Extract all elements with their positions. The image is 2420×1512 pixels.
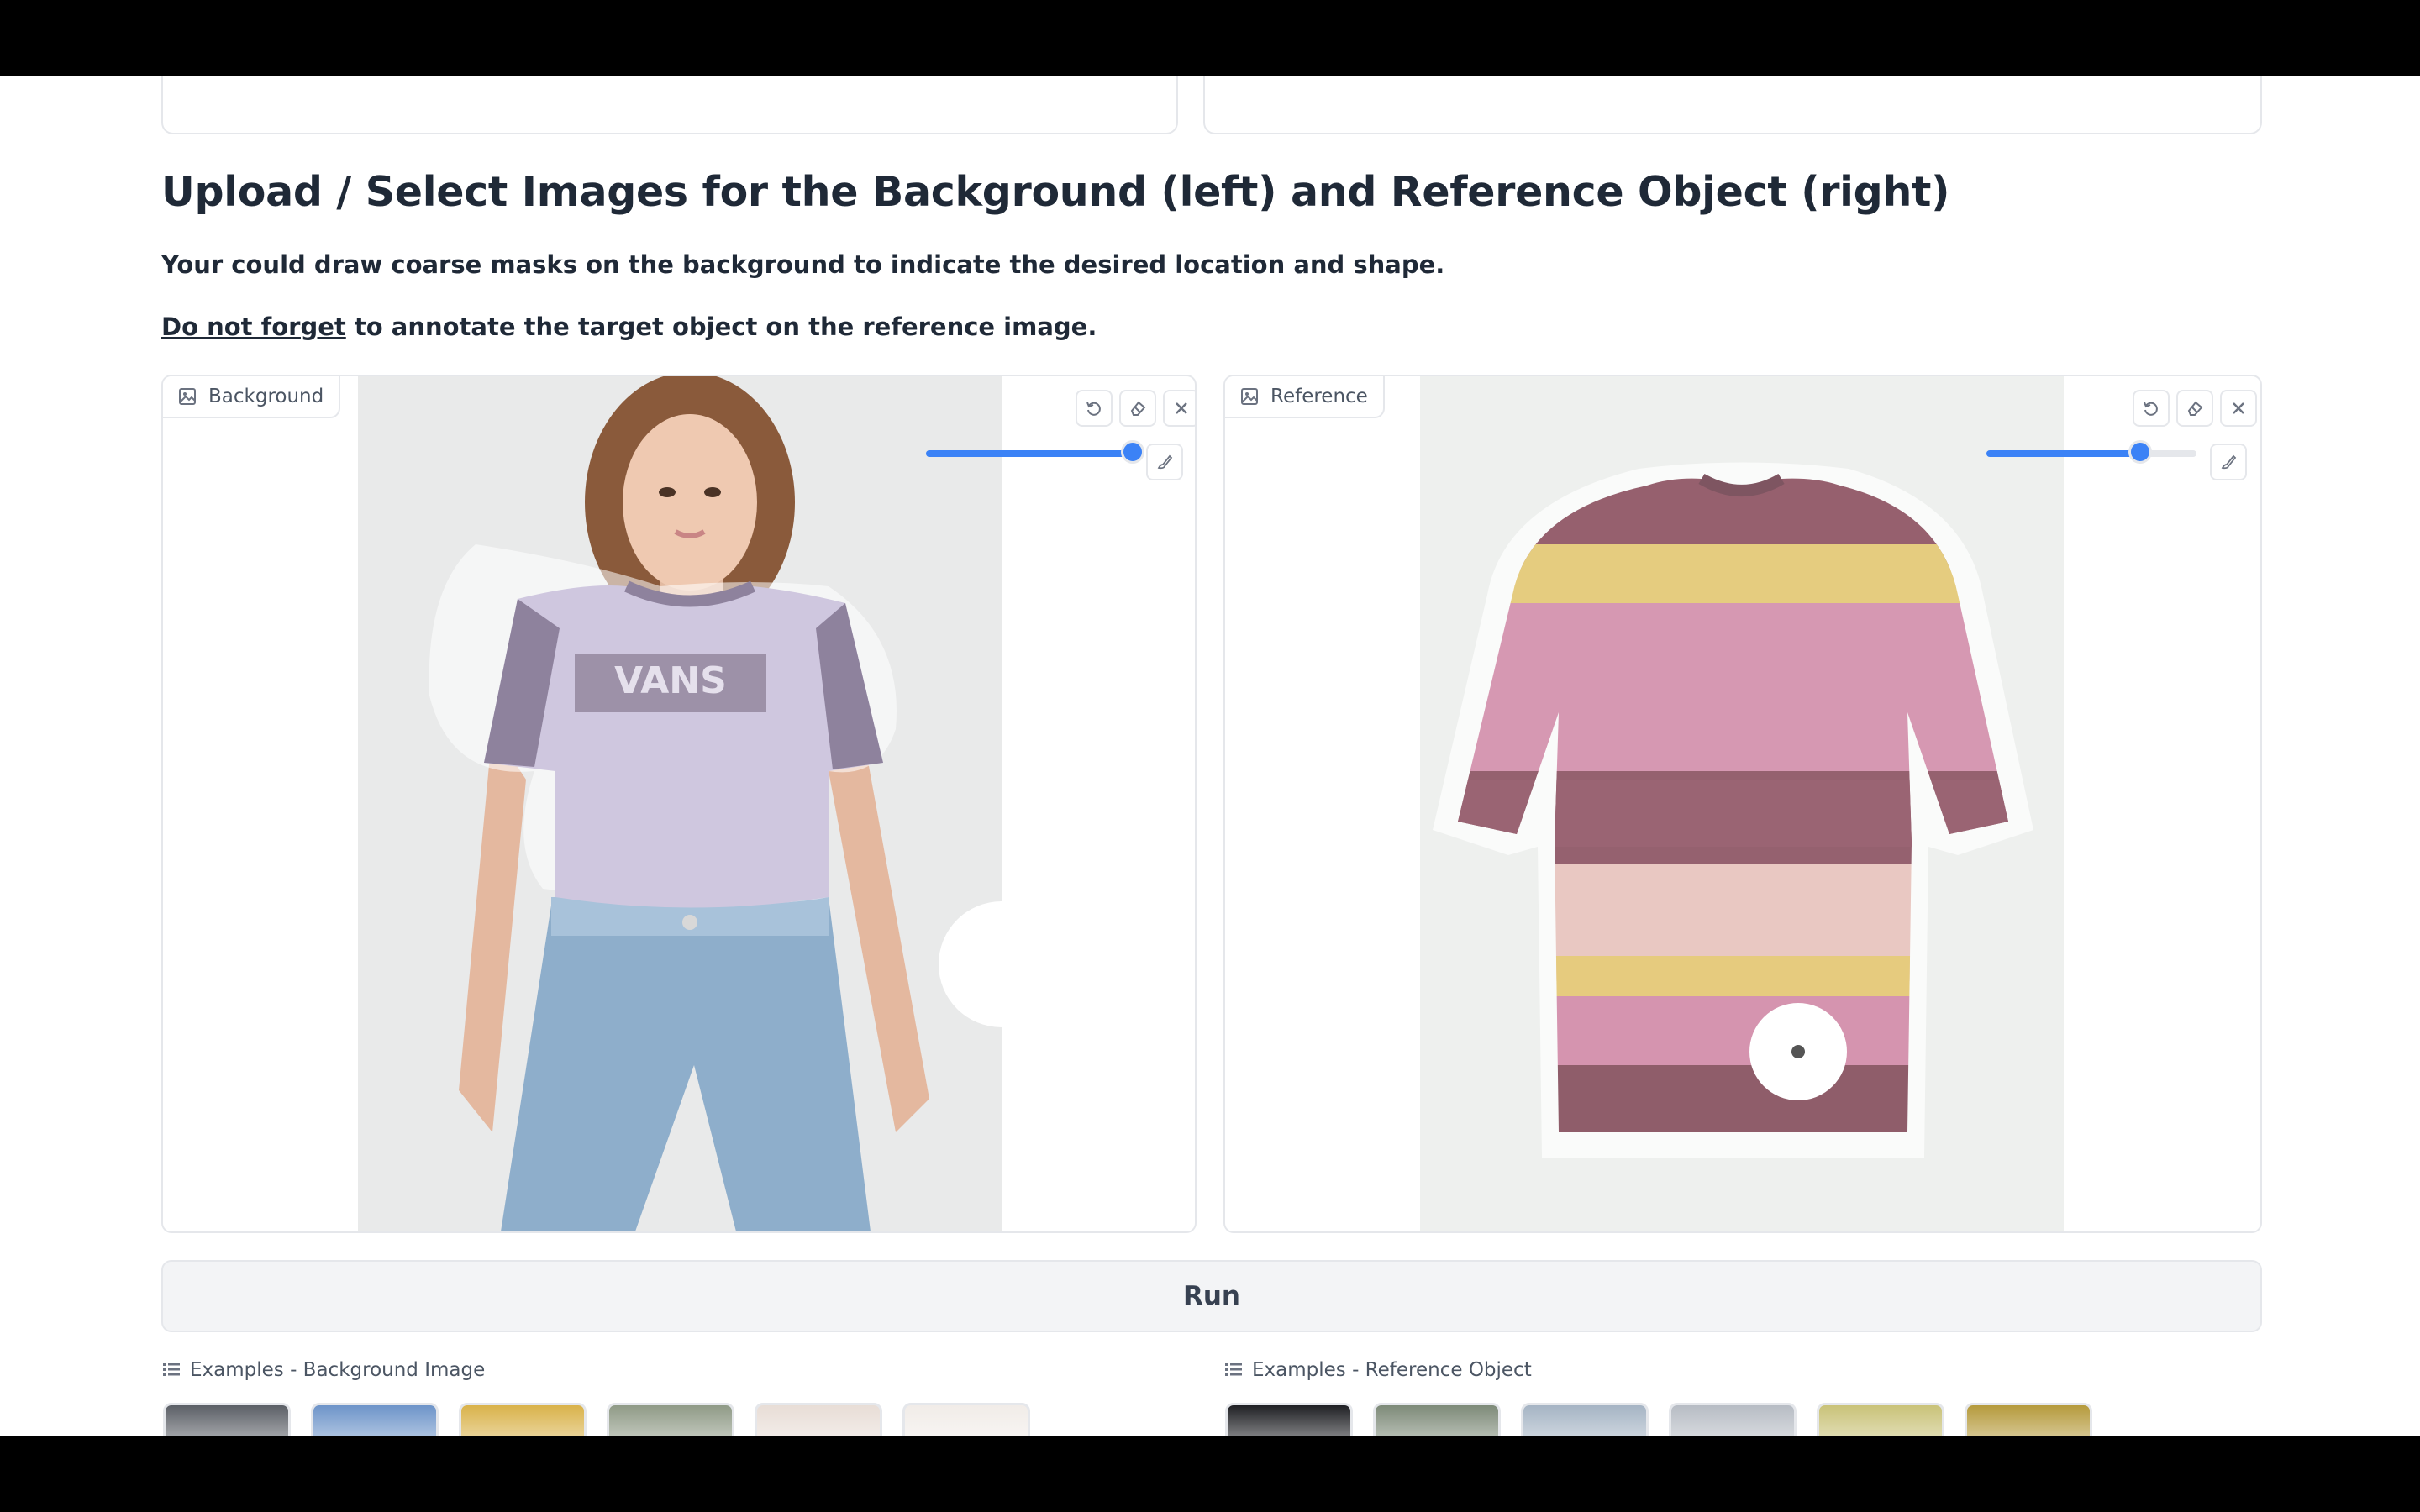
reference-example-thumb[interactable] (1817, 1403, 1944, 1436)
undo-icon[interactable] (2133, 390, 2170, 427)
reference-canvas[interactable] (1420, 376, 2064, 1231)
instruction-text-2: Do not forget to annotate the target obj… (161, 312, 1097, 341)
reference-example-thumb[interactable] (1373, 1403, 1501, 1436)
background-image-editor[interactable]: Background VANS (161, 375, 1197, 1233)
image-icon (178, 387, 197, 406)
examples-reference-title: Examples - Reference Object (1252, 1359, 1532, 1381)
background-toolbar (1076, 390, 1195, 427)
close-icon[interactable] (2220, 390, 2257, 427)
reference-example-thumb[interactable] (1225, 1403, 1353, 1436)
brush-icon[interactable] (1146, 444, 1183, 480)
eraser-icon[interactable] (2176, 390, 2213, 427)
reference-example-thumb[interactable] (1965, 1403, 2092, 1436)
reference-label: Reference (1225, 376, 1385, 418)
image-icon (1240, 387, 1259, 406)
brush-icon[interactable] (2210, 444, 2247, 480)
run-button[interactable]: Run (161, 1260, 2262, 1332)
reference-example-thumb[interactable] (1521, 1403, 1649, 1436)
vans-logo-text: VANS (614, 659, 727, 702)
background-example-thumb[interactable] (459, 1403, 587, 1436)
examples-background-title: Examples - Background Image (190, 1359, 486, 1381)
examples-background-label: Examples - Background Image (163, 1359, 485, 1381)
reference-image-editor[interactable]: Reference (1223, 375, 2262, 1233)
top-panel-left (161, 76, 1178, 134)
examples-reference-label: Examples - Reference Object (1225, 1359, 1532, 1381)
close-icon[interactable] (1163, 390, 1195, 427)
instruction-text-1: Your could draw coarse masks on the back… (161, 250, 1445, 279)
reference-example-thumb[interactable] (1669, 1403, 1797, 1436)
background-brush-size-slider[interactable] (926, 440, 1144, 464)
app-page: Upload / Select Images for the Backgroun… (0, 76, 2420, 1436)
background-label: Background (163, 376, 341, 418)
examples-background-list (163, 1403, 1030, 1436)
background-example-thumb[interactable] (755, 1403, 882, 1436)
background-label-text: Background (208, 386, 324, 407)
background-example-thumb[interactable] (902, 1403, 1030, 1436)
section-heading: Upload / Select Images for the Backgroun… (161, 168, 1950, 216)
background-photo[interactable]: VANS (358, 376, 1002, 1231)
eraser-icon[interactable] (1119, 390, 1156, 427)
background-example-thumb[interactable] (311, 1403, 439, 1436)
reference-toolbar (2133, 390, 2257, 427)
instruction-text-2-rest: to annotate the target object on the ref… (345, 312, 1097, 341)
examples-reference-list (1225, 1403, 2092, 1436)
reference-label-text: Reference (1270, 386, 1368, 407)
background-canvas[interactable]: VANS (358, 376, 1002, 1231)
list-icon (163, 1363, 180, 1376)
top-panel-right (1203, 76, 2262, 134)
undo-icon[interactable] (1076, 390, 1113, 427)
reference-brush-size-slider[interactable] (1986, 440, 2196, 464)
background-example-thumb[interactable] (163, 1403, 291, 1436)
background-example-thumb[interactable] (607, 1403, 734, 1436)
reference-photo[interactable] (1420, 376, 2064, 1231)
list-icon (1225, 1363, 1242, 1376)
do-not-forget-link[interactable]: Do not forget (161, 312, 346, 341)
